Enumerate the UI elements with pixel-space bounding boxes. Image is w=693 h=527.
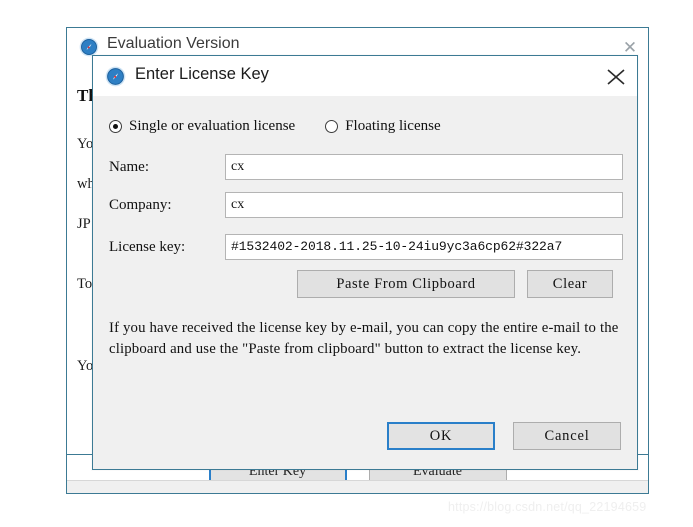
ok-button[interactable]: OK [387, 422, 495, 450]
compass-icon [105, 66, 126, 87]
dialog-body: Single or evaluation license Floating li… [93, 96, 637, 469]
name-label: Name: [109, 158, 149, 175]
close-icon[interactable] [603, 65, 629, 89]
license-type-radio-group: Single or evaluation license Floating li… [109, 118, 441, 135]
background-window-title: Evaluation Version [107, 35, 240, 52]
license-key-input[interactable]: #1532402-2018.11.25-10-24iu9yc3a6cp62#32… [225, 234, 623, 260]
background-paragraph-4: To [77, 276, 93, 292]
radio-single-or-evaluation-license[interactable]: Single or evaluation license [109, 118, 295, 135]
radio-unselected-icon [325, 120, 339, 133]
dialog-action-row: OK Cancel [387, 422, 621, 450]
clear-button[interactable]: Clear [527, 270, 613, 298]
background-bottom-strip [67, 480, 648, 493]
radio-selected-icon [109, 120, 122, 133]
dialog-titlebar: Enter License Key [93, 56, 637, 96]
company-field-row: Company: cx [109, 192, 623, 218]
dialog-title: Enter License Key [135, 65, 269, 83]
radio-floating-label: Floating license [345, 118, 441, 134]
radio-floating-license[interactable]: Floating license [325, 118, 441, 135]
background-paragraph-3: JP [77, 216, 91, 232]
paste-from-clipboard-button[interactable]: Paste From Clipboard [297, 270, 515, 298]
license-key-label: License key: [109, 238, 186, 255]
cancel-button[interactable]: Cancel [513, 422, 621, 450]
info-text: If you have received the license key by … [109, 320, 619, 357]
compass-icon [79, 37, 99, 57]
company-label: Company: [109, 196, 172, 213]
radio-single-label: Single or evaluation license [129, 118, 296, 134]
company-input[interactable]: cx [225, 192, 623, 218]
clipboard-button-row: Paste From Clipboard Clear [297, 270, 613, 298]
name-field-row: Name: cx [109, 154, 623, 180]
background-paragraph-1: Yo [77, 136, 94, 152]
enter-license-key-dialog: Enter License Key Single or evaluation l… [92, 55, 638, 470]
license-key-field-row: License key: #1532402-2018.11.25-10-24iu… [109, 234, 623, 260]
name-input[interactable]: cx [225, 154, 623, 180]
watermark: https://blog.csdn.net/qq_22194659 [448, 500, 647, 514]
background-paragraph-5: Yo [77, 358, 94, 374]
